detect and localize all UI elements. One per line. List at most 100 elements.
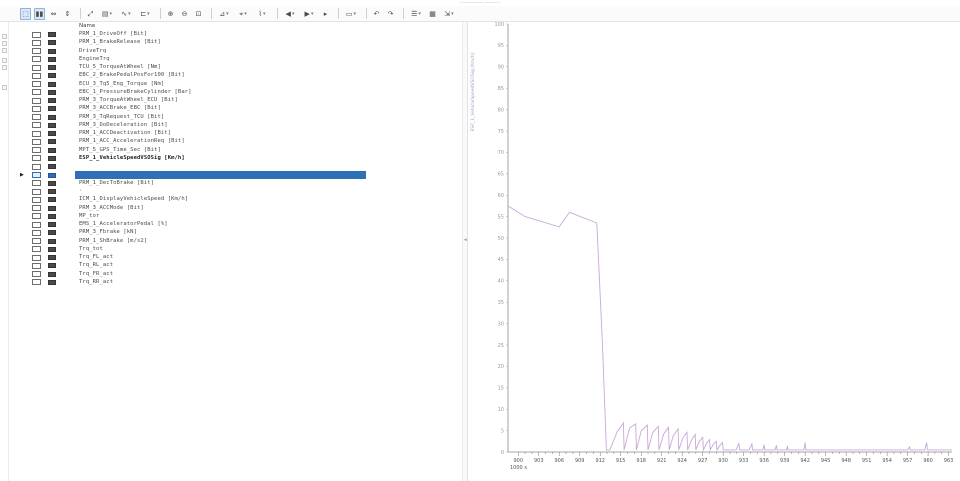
signal-row[interactable]: PRM_3_Fbrake [kN] [0, 228, 462, 236]
layout-button[interactable]: ▤ ▾ [99, 8, 115, 20]
signal-color-icon[interactable] [48, 197, 56, 203]
signal-visibility-checkbox[interactable] [32, 81, 41, 88]
signal-visibility-checkbox[interactable] [32, 163, 41, 170]
signal-visibility-checkbox[interactable] [32, 254, 41, 261]
signal-row[interactable]: Trq_FR_act [0, 270, 462, 278]
signal-visibility-checkbox[interactable] [32, 64, 41, 71]
chevron-down-icon[interactable]: ▾ [292, 11, 295, 17]
signal-row[interactable]: PRM_3_ACCMode [Bit] [0, 204, 462, 212]
signal-visibility-checkbox[interactable] [32, 105, 41, 112]
signal-visibility-checkbox[interactable] [32, 138, 41, 145]
play-button[interactable]: ▶ ▾ [301, 8, 317, 20]
signal-color-icon[interactable] [48, 279, 56, 285]
signal-color-icon[interactable] [48, 238, 56, 244]
list-button[interactable]: ☰ ▾ [408, 8, 424, 20]
signal-visibility-checkbox[interactable] [32, 271, 41, 278]
signal-row[interactable]: Trq_tot [0, 245, 462, 253]
signal-color-icon[interactable] [48, 213, 56, 219]
chevron-down-icon[interactable]: ▾ [244, 11, 247, 17]
cursor-mode-button[interactable]: ⊿ ▾ [216, 8, 232, 20]
zoom-y-button[interactable]: ⇕ [62, 8, 73, 20]
signal-row[interactable]: PRM_1_ACC_AccelerationReq [Bit] [0, 137, 462, 145]
signal-visibility-checkbox[interactable] [32, 39, 41, 46]
signal-visibility-checkbox[interactable] [32, 97, 41, 104]
signal-row[interactable]: Trq_RL_act [0, 261, 462, 269]
signal-visibility-checkbox[interactable] [32, 56, 41, 63]
signal-color-icon[interactable] [48, 222, 56, 228]
signal-visibility-checkbox[interactable] [32, 130, 41, 137]
export-button[interactable]: ⇲ ▾ [441, 8, 457, 20]
signal-visibility-checkbox[interactable] [32, 48, 41, 55]
zoom-out-button[interactable]: ⊖ [179, 8, 190, 20]
signal-row[interactable]: EBC_2_BrakePedalPosFor100 [Bit] [0, 71, 462, 79]
undo-button[interactable]: ↶ [371, 8, 382, 20]
signal-visibility-checkbox[interactable] [32, 172, 41, 179]
table-button[interactable]: ▦ [427, 8, 438, 20]
signal-visibility-checkbox[interactable] [32, 238, 41, 245]
signal-row[interactable]: PRM_3_TorqueAtWheel_ECU [Bit] [0, 96, 462, 104]
display-button[interactable]: ▭ ▾ [343, 8, 359, 20]
zoom-in-button[interactable]: ⊕ [165, 8, 176, 20]
signal-row[interactable]: EBC_1_PressureBrakeCylinder [Bar] [0, 88, 462, 96]
signal-color-icon[interactable] [48, 40, 56, 46]
chevron-down-icon[interactable]: ▾ [110, 11, 113, 17]
chevron-down-icon[interactable]: ▾ [354, 11, 357, 17]
signal-visibility-checkbox[interactable] [32, 196, 41, 203]
chevron-down-icon[interactable]: ▾ [147, 11, 150, 17]
select-cursor-button[interactable]: ⬚ [20, 7, 31, 20]
signal-color-icon[interactable] [48, 106, 56, 112]
signal-color-icon[interactable] [48, 172, 56, 178]
signal-color-icon[interactable] [48, 81, 56, 87]
signal-visibility-checkbox[interactable] [32, 114, 41, 121]
signal-visibility-checkbox[interactable] [32, 213, 41, 220]
signal-visibility-checkbox[interactable] [32, 89, 41, 96]
signal-row[interactable]: PRM_3_DoDeceleration [Bit] [0, 121, 462, 129]
signal-color-icon[interactable] [48, 32, 56, 37]
plot-canvas[interactable]: ESP_1_VehicleSpeedVSOSig [Km/h] 0 5 10 15 20 2… [468, 22, 960, 481]
measure-button[interactable]: ⌖ ▾ [235, 8, 251, 20]
signal-color-icon[interactable] [48, 271, 56, 277]
signal-color-icon[interactable] [48, 48, 56, 54]
fit-button[interactable]: ⤢ [85, 8, 96, 20]
signal-visibility-checkbox[interactable] [32, 279, 41, 286]
signal-visibility-checkbox[interactable] [32, 122, 41, 129]
signal-row[interactable]: DriveTrq [0, 47, 462, 55]
signal-color-icon[interactable] [48, 114, 56, 120]
signal-row[interactable]: PRM_1_BrakeRelease [Bit] [0, 38, 462, 46]
redo-button[interactable]: ↷ [385, 8, 396, 20]
signal-row[interactable]: ▶ [0, 170, 462, 179]
signal-visibility-checkbox[interactable] [32, 147, 41, 154]
signal-color-icon[interactable] [48, 180, 56, 186]
line-style-button[interactable]: ∿ ▾ [118, 8, 134, 20]
zoom-x-button[interactable]: ⇔ [48, 8, 59, 20]
signal-row[interactable]: MP_tor [0, 212, 462, 220]
signal-row[interactable]: PRM_3_TqRequest_TCU [Bit] [0, 113, 462, 121]
signal-row[interactable]: PRM_1_ShBrake [m/s2] [0, 237, 462, 245]
signal-visibility-checkbox[interactable] [32, 188, 41, 195]
signal-color-icon[interactable] [48, 230, 56, 236]
signal-visibility-checkbox[interactable] [32, 31, 41, 38]
signal-color-icon[interactable] [48, 131, 56, 137]
zoom-box-button[interactable]: ⊡ [193, 8, 204, 20]
signal-row[interactable]: Trq_FL_act [0, 253, 462, 261]
signal-row[interactable]: TCU_5_TorqueAtWheel [Nm] [0, 63, 462, 71]
step-forward-button[interactable]: ▸ [320, 8, 331, 20]
signal-row[interactable]: ICM_1_DisplayVehicleSpeed [Km/h] [0, 195, 462, 203]
chevron-down-icon[interactable]: ▾ [311, 11, 314, 17]
signal-visibility-checkbox[interactable] [32, 72, 41, 79]
signal-color-icon[interactable] [48, 98, 56, 104]
chevron-down-icon[interactable]: ▾ [418, 11, 421, 17]
signal-color-icon[interactable] [48, 164, 56, 170]
signal-visibility-checkbox[interactable] [32, 155, 41, 162]
chevron-down-icon[interactable]: ▾ [451, 11, 454, 17]
signal-visibility-checkbox[interactable] [32, 229, 41, 236]
signal-color-icon[interactable] [48, 65, 56, 71]
signal-color-icon[interactable] [48, 73, 56, 79]
signal-visibility-checkbox[interactable] [32, 246, 41, 253]
plot-panel[interactable]: ESP_1_VehicleSpeedVSOSig [Km/h] 0 5 10 15 20 2… [468, 22, 960, 481]
signal-visibility-checkbox[interactable] [32, 180, 41, 187]
signal-color-icon[interactable] [48, 155, 56, 161]
signal-color-icon[interactable] [48, 263, 56, 269]
signal-row[interactable]: ESP_1_VehicleSpeedVSOSig [Km/h] [0, 154, 462, 162]
signal-row[interactable]: MPT_5_GPS_Time_Sec [Bit] [0, 146, 462, 154]
